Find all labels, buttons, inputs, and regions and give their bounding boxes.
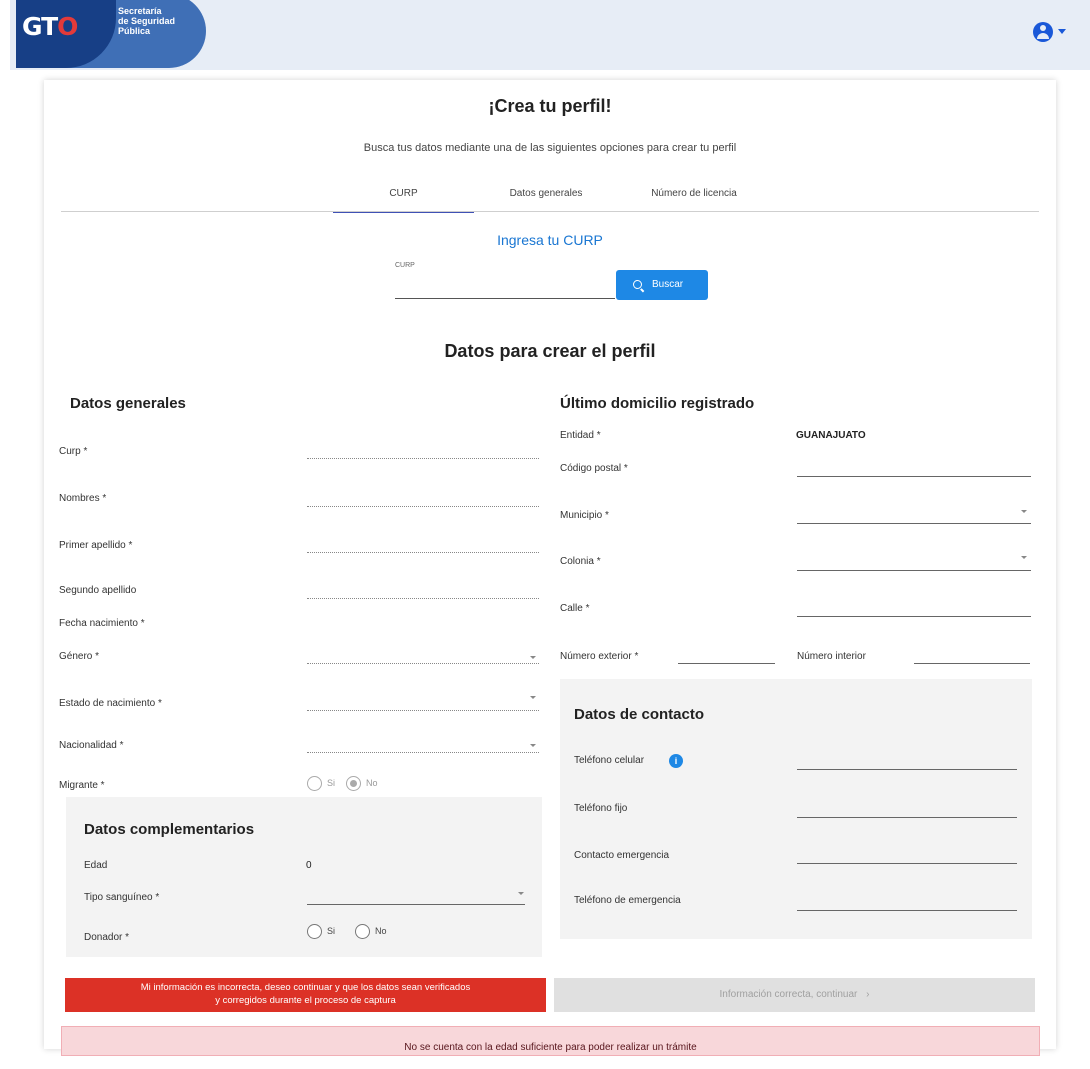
telefono-fijo-label: Teléfono fijo [574,803,628,814]
tab-numero-licencia[interactable]: Número de licencia [619,180,769,211]
estado-nacimiento-label: Estado de nacimiento * [59,698,162,709]
numero-exterior-label: Número exterior * [560,651,639,662]
search-icon [633,280,642,289]
nacionalidad-select[interactable] [307,752,539,753]
tipo-sanguineo-select[interactable] [307,904,525,905]
chevron-down-icon [518,892,524,895]
datos-complementarios-heading: Datos complementarios [84,821,255,838]
primer-apellido-field[interactable] [307,552,539,553]
page-subtitle: Busca tus datos mediante una de las sigu… [363,142,737,154]
tab-datos-generales[interactable]: Datos generales [480,180,612,211]
curp-input[interactable] [395,274,615,299]
telefono-emergencia-input[interactable] [797,910,1017,911]
profile-section-title: Datos para crear el perfil [444,341,656,361]
genero-select[interactable] [307,663,539,664]
chevron-down-icon [1021,510,1027,513]
edad-label: Edad [84,860,108,871]
donador-label: Donador * [84,932,130,943]
municipio-select[interactable] [797,523,1031,524]
tab-curp[interactable]: CURP [333,180,474,213]
fecha-nacimiento-label: Fecha nacimiento * [59,618,145,629]
nombres-label: Nombres * [59,493,107,504]
logo-text: Secretaría de Seguridad Pública [118,6,176,36]
incorrect-info-line2: y corregidos durante el proceso de captu… [215,995,396,1006]
nombres-field[interactable] [307,506,539,507]
chevron-down-icon [1021,556,1027,559]
codigo-postal-input[interactable] [797,476,1031,477]
estado-nacimiento-select[interactable] [307,710,539,711]
chevron-down-icon [530,696,536,699]
numero-exterior-input[interactable] [678,663,775,664]
datos-generales-heading: Datos generales [70,395,186,412]
buscar-button[interactable]: Buscar [616,270,708,300]
primer-apellido-label: Primer apellido * [59,540,133,551]
numero-interior-input[interactable] [914,663,1030,664]
colonia-select[interactable] [797,570,1031,571]
migrante-label: Migrante * [59,780,105,791]
incorrect-info-button[interactable]: Mi información es incorrecta, deseo cont… [65,978,546,1012]
tabs-divider [61,211,1039,212]
datos-contacto-heading: Datos de contacto [574,706,705,723]
codigo-postal-label: Código postal * [560,463,628,474]
municipio-label: Municipio * [560,510,609,521]
age-alert: No se cuenta con la edad suficiente para… [61,1026,1040,1056]
telefono-emergencia-label: Teléfono de emergencia [574,895,681,906]
chevron-down-icon[interactable] [1058,29,1066,34]
info-icon[interactable]: i [669,754,683,768]
incorrect-info-line1: Mi información es incorrecta, deseo cont… [140,982,471,993]
donador-si-label: Si [327,926,336,936]
contacto-emergencia-input[interactable] [797,863,1017,864]
migrante-si-label: Si [327,778,336,788]
domicilio-heading: Último domicilio registrado [560,395,755,412]
segundo-apellido-field[interactable] [307,598,539,599]
donador-no-label: No [375,926,387,936]
sesp-logo[interactable]: GTO Secretaría de Seguridad Pública [16,0,206,68]
user-menu[interactable] [1033,22,1073,46]
correct-info-button[interactable]: Información correcta, continuar › [554,978,1035,1012]
chevron-down-icon [530,656,536,659]
curp-field[interactable] [307,458,539,459]
profile-card: ¡Crea tu perfil! Busca tus datos mediant… [44,80,1056,1056]
chevron-down-icon [530,744,536,747]
page-title: ¡Crea tu perfil! [488,96,612,116]
segundo-apellido-label: Segundo apellido [59,585,137,596]
logo-acronym: GTO [22,12,78,41]
donador-si-radio[interactable] [307,924,322,939]
entidad-value: GUANAJUATO [796,430,866,441]
search-tabs: CURP Datos generales Número de licencia [44,180,1056,213]
migrante-si-radio[interactable] [307,776,322,791]
navbar-edge [0,0,10,70]
donador-no-radio[interactable] [355,924,370,939]
user-circle-icon[interactable] [1033,22,1053,42]
telefono-celular-input[interactable] [797,769,1017,770]
telefono-celular-label: Teléfono celular [574,755,645,766]
migrante-no-label: No [366,778,378,788]
tipo-sanguineo-label: Tipo sanguíneo * [84,892,160,903]
genero-label: Género * [59,651,100,662]
calle-input[interactable] [797,616,1031,617]
migrante-no-radio[interactable] [346,776,361,791]
calle-label: Calle * [560,603,590,614]
curp-heading: Ingresa tu CURP [497,232,603,248]
nacionalidad-label: Nacionalidad * [59,740,124,751]
curp-label: Curp * [59,446,88,457]
telefono-fijo-input[interactable] [797,817,1017,818]
colonia-label: Colonia * [560,556,601,567]
curp-field-label: CURP [395,262,415,269]
edad-value: 0 [306,860,312,871]
buscar-button-label: Buscar [652,279,684,290]
top-navbar: GTO Secretaría de Seguridad Pública [0,0,1090,70]
numero-interior-label: Número interior [797,651,866,662]
entidad-label: Entidad * [560,430,601,441]
logo-emblem: GTO [16,0,116,68]
correct-info-label: Información correcta, continuar [719,989,858,1000]
chevron-right-icon: › [866,989,870,1000]
contacto-emergencia-label: Contacto emergencia [574,850,670,861]
